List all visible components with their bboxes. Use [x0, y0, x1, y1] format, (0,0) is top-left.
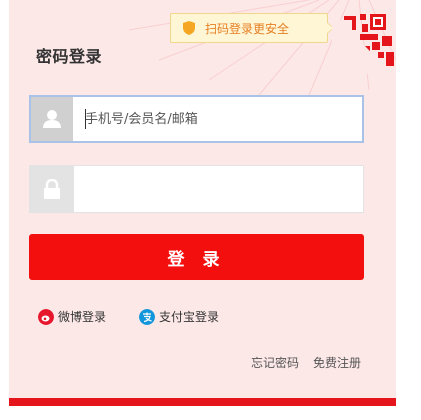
- qr-tip-label: 扫码登录更安全: [205, 21, 290, 36]
- weibo-icon: [38, 308, 54, 325]
- qr-login-tip[interactable]: 扫码登录更安全: [170, 13, 334, 43]
- forgot-password-link[interactable]: 忘记密码: [251, 354, 299, 371]
- alipay-icon: [139, 308, 155, 325]
- username-field[interactable]: [29, 95, 364, 143]
- lock-icon: [30, 166, 74, 212]
- user-icon: [31, 97, 73, 141]
- weibo-login-link[interactable]: 微博登录: [38, 308, 106, 325]
- bottom-links: 忘记密码 免费注册: [251, 354, 361, 371]
- password-field[interactable]: [29, 165, 364, 213]
- register-link[interactable]: 免费注册: [313, 354, 361, 371]
- alipay-login-link[interactable]: 支付宝登录: [139, 308, 219, 325]
- login-button[interactable]: 登 录: [29, 234, 364, 280]
- weibo-login-label: 微博登录: [58, 310, 107, 324]
- page-title: 密码登录: [36, 47, 103, 66]
- text-caret: [85, 109, 86, 129]
- alipay-login-label: 支付宝登录: [159, 310, 220, 324]
- password-input[interactable]: [74, 166, 363, 212]
- qr-code-icon[interactable]: [332, 12, 396, 74]
- shield-icon: [183, 21, 195, 35]
- username-input[interactable]: [73, 97, 362, 141]
- bottom-accent-bar: [9, 398, 396, 406]
